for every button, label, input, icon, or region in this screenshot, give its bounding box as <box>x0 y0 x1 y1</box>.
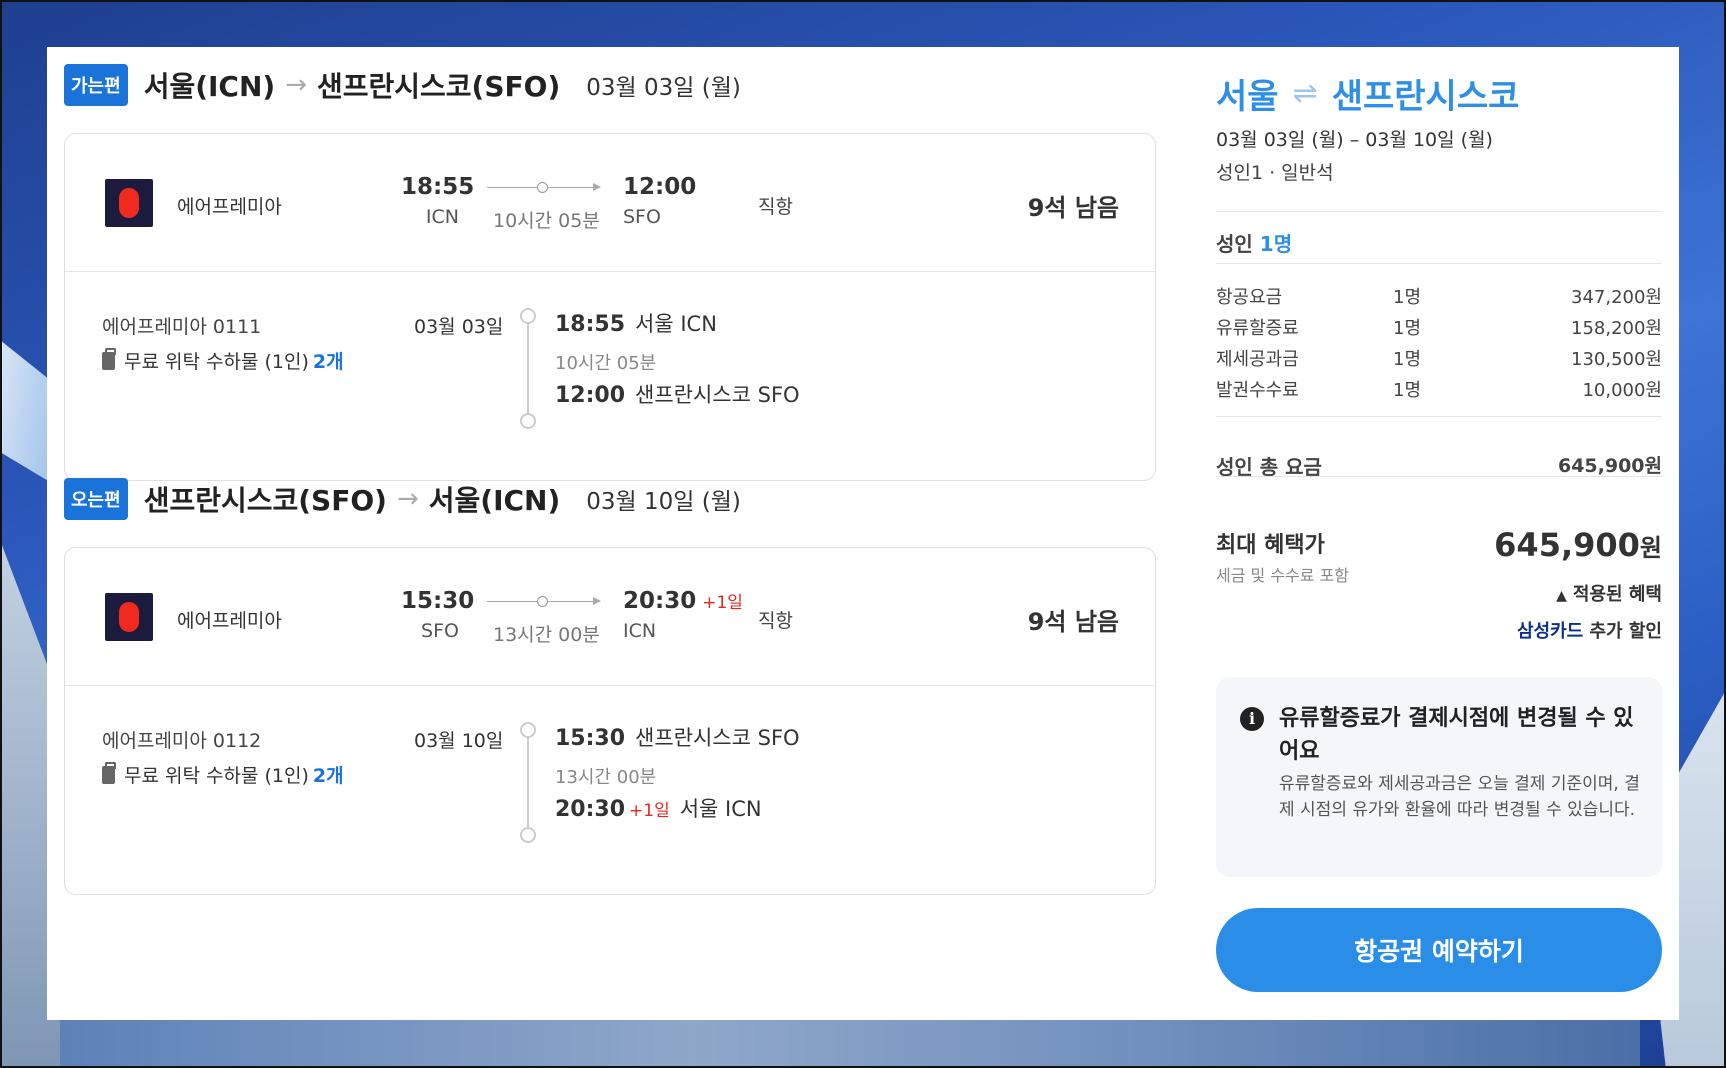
arrival-time: 20:30 +1일 <box>623 588 743 614</box>
outbound-flight-box[interactable]: 에어프레미아 18:55 ICN 10시간 05분 12:00 SFO 직항 9… <box>64 133 1156 481</box>
segment-date: 03월 10일 <box>414 730 504 752</box>
outbound-header: 가는편 서울(ICN) → 샌프란시스코(SFO) 03월 03일 (월) <box>64 64 741 106</box>
best-price-value: 645,900원 <box>1494 526 1662 564</box>
baggage-info: 무료 위탁 수하물 (1인) 2개 <box>102 347 344 374</box>
segment-arrival: 12:00 샌프란시스코 SFO <box>555 383 800 408</box>
info-icon: i <box>1240 707 1264 731</box>
segment-departure: 18:55 서울 ICN <box>555 312 717 337</box>
flight-detail: 에어프레미아 0112 무료 위탁 수하물 (1인) 2개 03월 10일 15… <box>65 686 1155 894</box>
baggage-count: 2개 <box>312 351 344 373</box>
trip-dates: 03월 03일 (월) – 03월 10일 (월) <box>1216 129 1493 151</box>
flight-duration: 13시간 00분 <box>493 624 600 646</box>
inbound-tag: 오는편 <box>64 478 128 520</box>
airline-name: 에어프레미아 <box>177 196 282 218</box>
arrival-code: SFO <box>623 206 661 228</box>
seats-remaining: 9석 남음 <box>1027 608 1119 636</box>
outbound-date: 03월 03일 (월) <box>586 75 741 101</box>
book-ticket-button[interactable]: 항공권 예약하기 <box>1216 908 1662 992</box>
airline-name: 에어프레미아 <box>177 610 282 632</box>
route-to: 서울(ICN) <box>428 484 561 517</box>
outbound-tag: 가는편 <box>64 64 128 106</box>
timeline-line <box>527 730 529 842</box>
arrival-time: 12:00 <box>623 174 697 200</box>
adult-count-heading: 성인 1명 <box>1216 232 1293 256</box>
flight-detail: 에어프레미아 0111 무료 위탁 수하물 (1인) 2개 03월 03일 18… <box>65 272 1155 480</box>
luggage-icon <box>102 347 116 370</box>
trip-origin: 서울 <box>1216 77 1279 117</box>
direct-label: 직항 <box>758 196 793 218</box>
route-from: 샌프란시스코(SFO) <box>143 484 387 517</box>
airline-logo-icon <box>105 593 153 641</box>
flight-summary: 에어프레미아 15:30 SFO 13시간 00분 20:30 +1일 ICN 직… <box>65 548 1155 686</box>
segment-departure: 15:30 샌프란시스코 SFO <box>555 726 800 751</box>
direct-label: 직항 <box>758 610 793 632</box>
segment-date: 03월 03일 <box>414 316 504 338</box>
passenger-class: 성인1 · 일반석 <box>1216 162 1334 184</box>
route-from: 서울(ICN) <box>143 70 276 103</box>
flight-summary: 에어프레미아 18:55 ICN 10시간 05분 12:00 SFO 직항 9… <box>65 134 1155 272</box>
timeline-dot-icon <box>520 308 536 324</box>
plus-day: +1일 <box>702 593 743 613</box>
chevron-up-icon: ▲ <box>1556 588 1567 604</box>
arrow-right-icon: → <box>285 70 307 100</box>
applied-benefits-toggle[interactable]: ▲ 적용된 혜택 <box>1556 580 1662 606</box>
departure-time: 18:55 <box>401 174 475 200</box>
inbound-flight-box[interactable]: 에어프레미아 15:30 SFO 13시간 00분 20:30 +1일 ICN 직… <box>64 547 1156 895</box>
segment-arrival: 20:30 +1일 서울 ICN <box>555 797 762 822</box>
departure-code: SFO <box>421 620 459 642</box>
timeline-dot-icon <box>520 722 536 738</box>
flight-path-icon <box>487 182 601 193</box>
flight-path-icon <box>487 596 601 607</box>
departure-code: ICN <box>425 206 459 228</box>
baggage-info: 무료 위탁 수하물 (1인) 2개 <box>102 761 344 788</box>
card-discount: 삼성카드 추가 할인 <box>1516 621 1662 642</box>
card-brand: 삼성카드 <box>1516 621 1584 642</box>
timeline-line <box>527 316 529 428</box>
best-price-subtext: 세금 및 수수료 포함 <box>1216 566 1350 585</box>
flight-number: 에어프레미아 0112 <box>102 730 262 752</box>
best-price-label: 최대 혜택가 <box>1216 533 1325 558</box>
inbound-route: 샌프란시스코(SFO) → 서울(ICN) <box>144 479 561 519</box>
luggage-icon <box>102 761 116 784</box>
plus-day: +1일 <box>629 801 670 821</box>
notice-body: 유류할증료와 제세공과금은 오늘 결제 기준이며, 결제 시점의 유가와 환율에… <box>1279 774 1640 820</box>
divider <box>1216 416 1662 417</box>
segment-duration: 13시간 00분 <box>555 767 657 788</box>
trip-title: 서울 ⇌ 샌프란시스코 <box>1216 69 1519 118</box>
arrow-right-icon: → <box>396 484 419 514</box>
background-band <box>60 1020 1640 1068</box>
inbound-date: 03월 10일 (월) <box>586 489 741 515</box>
baggage-count: 2개 <box>312 765 344 787</box>
divider <box>1216 211 1662 212</box>
arrival-code: ICN <box>623 620 657 642</box>
flight-number: 에어프레미아 0111 <box>102 316 262 338</box>
divider <box>1216 476 1662 477</box>
price-summary-panel: 서울 ⇌ 샌프란시스코 03월 03일 (월) – 03월 10일 (월) 성인… <box>1216 47 1662 1020</box>
airline-logo-icon <box>105 179 153 227</box>
fuel-surcharge-notice: i 유류할증료가 결제시점에 변경될 수 있어요 유류할증료와 제세공과금은 오… <box>1216 677 1662 877</box>
flight-duration: 10시간 05분 <box>493 210 600 232</box>
seats-remaining: 9석 남음 <box>1027 194 1119 222</box>
departure-time: 15:30 <box>401 588 475 614</box>
itinerary-card: 가는편 서울(ICN) → 샌프란시스코(SFO) 03월 03일 (월) 에어… <box>47 47 1679 1020</box>
outbound-route: 서울(ICN) → 샌프란시스코(SFO) <box>144 65 561 105</box>
timeline-dot-icon <box>520 827 536 843</box>
trip-destination: 샌프란시스코 <box>1331 77 1520 117</box>
inbound-header: 오는편 샌프란시스코(SFO) → 서울(ICN) 03월 10일 (월) <box>64 478 741 520</box>
timeline-dot-icon <box>520 413 536 429</box>
segment-duration: 10시간 05분 <box>555 353 657 374</box>
notice-title: 유류할증료가 결제시점에 변경될 수 있어요 <box>1279 706 1634 764</box>
divider <box>1216 263 1662 264</box>
roundtrip-icon: ⇌ <box>1292 76 1318 111</box>
route-to: 샌프란시스코(SFO) <box>317 70 561 103</box>
